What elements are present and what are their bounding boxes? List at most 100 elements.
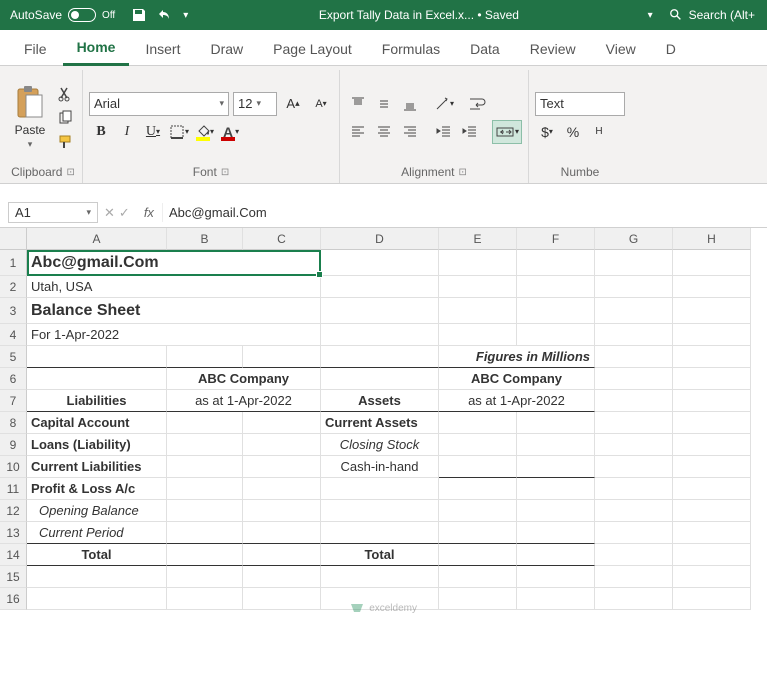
- cell[interactable]: [673, 522, 751, 544]
- tab-draw[interactable]: Draw: [196, 35, 257, 65]
- col-header[interactable]: E: [439, 228, 517, 250]
- col-header[interactable]: C: [243, 228, 321, 250]
- cell[interactable]: [595, 478, 673, 500]
- copy-icon[interactable]: [54, 107, 76, 129]
- underline-button[interactable]: U ▾: [141, 120, 165, 144]
- cell[interactable]: [27, 566, 167, 588]
- cell[interactable]: [673, 324, 751, 346]
- undo-icon[interactable]: [157, 7, 173, 23]
- cell[interactable]: Total: [321, 544, 439, 566]
- col-header[interactable]: B: [167, 228, 243, 250]
- cell[interactable]: [439, 250, 517, 276]
- row-header[interactable]: 10: [0, 456, 27, 478]
- cell[interactable]: [595, 390, 673, 412]
- row-header[interactable]: 11: [0, 478, 27, 500]
- align-center-icon[interactable]: [372, 120, 396, 144]
- cell[interactable]: Current Assets: [321, 412, 439, 434]
- cell[interactable]: [517, 500, 595, 522]
- cell[interactable]: [439, 500, 517, 522]
- cell[interactable]: [517, 298, 595, 324]
- font-name-combo[interactable]: Arial▾: [89, 92, 229, 116]
- tab-file[interactable]: File: [10, 35, 61, 65]
- cell[interactable]: [517, 250, 595, 276]
- cell[interactable]: Figures in Millions: [439, 346, 595, 368]
- cell[interactable]: Current Period: [27, 522, 167, 544]
- fx-icon[interactable]: fx: [136, 205, 162, 220]
- row-header[interactable]: 3: [0, 298, 27, 324]
- cell[interactable]: Liabilities: [27, 390, 167, 412]
- cell[interactable]: [673, 412, 751, 434]
- cell[interactable]: as at 1-Apr-2022: [439, 390, 595, 412]
- tab-review[interactable]: Review: [516, 35, 590, 65]
- font-size-combo[interactable]: 12▾: [233, 92, 277, 116]
- cell[interactable]: [321, 324, 439, 346]
- tab-insert[interactable]: Insert: [131, 35, 194, 65]
- cell[interactable]: [517, 412, 595, 434]
- cell[interactable]: [321, 566, 439, 588]
- decrease-font-icon[interactable]: A▾: [309, 92, 333, 116]
- border-button[interactable]: ▾: [167, 120, 191, 144]
- cell[interactable]: Current Liabilities: [27, 456, 167, 478]
- cell[interactable]: [517, 478, 595, 500]
- cell[interactable]: [595, 324, 673, 346]
- align-bottom-icon[interactable]: [398, 92, 422, 116]
- cell[interactable]: [439, 478, 517, 500]
- cell[interactable]: Total: [27, 544, 167, 566]
- select-all-corner[interactable]: [0, 228, 27, 250]
- cell[interactable]: [321, 522, 439, 544]
- enter-icon[interactable]: ✓: [119, 205, 130, 221]
- col-header[interactable]: H: [673, 228, 751, 250]
- wrap-text-icon[interactable]: [466, 92, 490, 116]
- align-middle-icon[interactable]: [372, 92, 396, 116]
- alignment-launcher-icon[interactable]: ⊡: [459, 167, 467, 178]
- cell[interactable]: [517, 522, 595, 544]
- cell[interactable]: [517, 566, 595, 588]
- align-top-icon[interactable]: [346, 92, 370, 116]
- align-left-icon[interactable]: [346, 120, 370, 144]
- cell[interactable]: [243, 346, 321, 368]
- col-header[interactable]: D: [321, 228, 439, 250]
- cell[interactable]: [243, 566, 321, 588]
- cell[interactable]: [167, 566, 243, 588]
- fill-color-button[interactable]: ▾: [193, 120, 217, 144]
- orientation-icon[interactable]: ▾: [432, 92, 456, 116]
- cell[interactable]: For 1-Apr-2022: [27, 324, 321, 346]
- cell[interactable]: [243, 434, 321, 456]
- tab-page-layout[interactable]: Page Layout: [259, 35, 366, 65]
- cell[interactable]: [595, 250, 673, 276]
- row-header[interactable]: 16: [0, 588, 27, 610]
- cell[interactable]: as at 1-Apr-2022: [167, 390, 321, 412]
- cell[interactable]: [321, 298, 439, 324]
- cell[interactable]: [595, 298, 673, 324]
- cell[interactable]: [595, 276, 673, 298]
- cell[interactable]: [673, 368, 751, 390]
- cell[interactable]: [321, 346, 439, 368]
- cell[interactable]: [595, 346, 673, 368]
- cell[interactable]: [439, 412, 517, 434]
- cell[interactable]: [167, 544, 243, 566]
- format-painter-icon[interactable]: [54, 131, 76, 153]
- cell[interactable]: [439, 324, 517, 346]
- font-color-button[interactable]: A▾: [219, 120, 243, 144]
- cell[interactable]: Closing Stock: [321, 434, 439, 456]
- cell[interactable]: [167, 522, 243, 544]
- cell[interactable]: ABC Company: [167, 368, 321, 390]
- row-header[interactable]: 6: [0, 368, 27, 390]
- cell[interactable]: [439, 276, 517, 298]
- cell[interactable]: Opening Balance: [27, 500, 167, 522]
- cell[interactable]: [517, 456, 595, 478]
- cell[interactable]: [439, 434, 517, 456]
- comma-format-icon[interactable]: H: [587, 120, 611, 144]
- decrease-indent-icon[interactable]: [432, 120, 456, 144]
- row-header[interactable]: 14: [0, 544, 27, 566]
- cell[interactable]: [673, 456, 751, 478]
- cell[interactable]: Balance Sheet: [27, 298, 321, 324]
- cell[interactable]: [673, 478, 751, 500]
- cell[interactable]: [517, 434, 595, 456]
- row-header[interactable]: 1: [0, 250, 27, 276]
- cell[interactable]: [321, 276, 439, 298]
- cell[interactable]: [595, 412, 673, 434]
- cell[interactable]: [673, 544, 751, 566]
- cell[interactable]: [167, 412, 243, 434]
- cell[interactable]: [517, 276, 595, 298]
